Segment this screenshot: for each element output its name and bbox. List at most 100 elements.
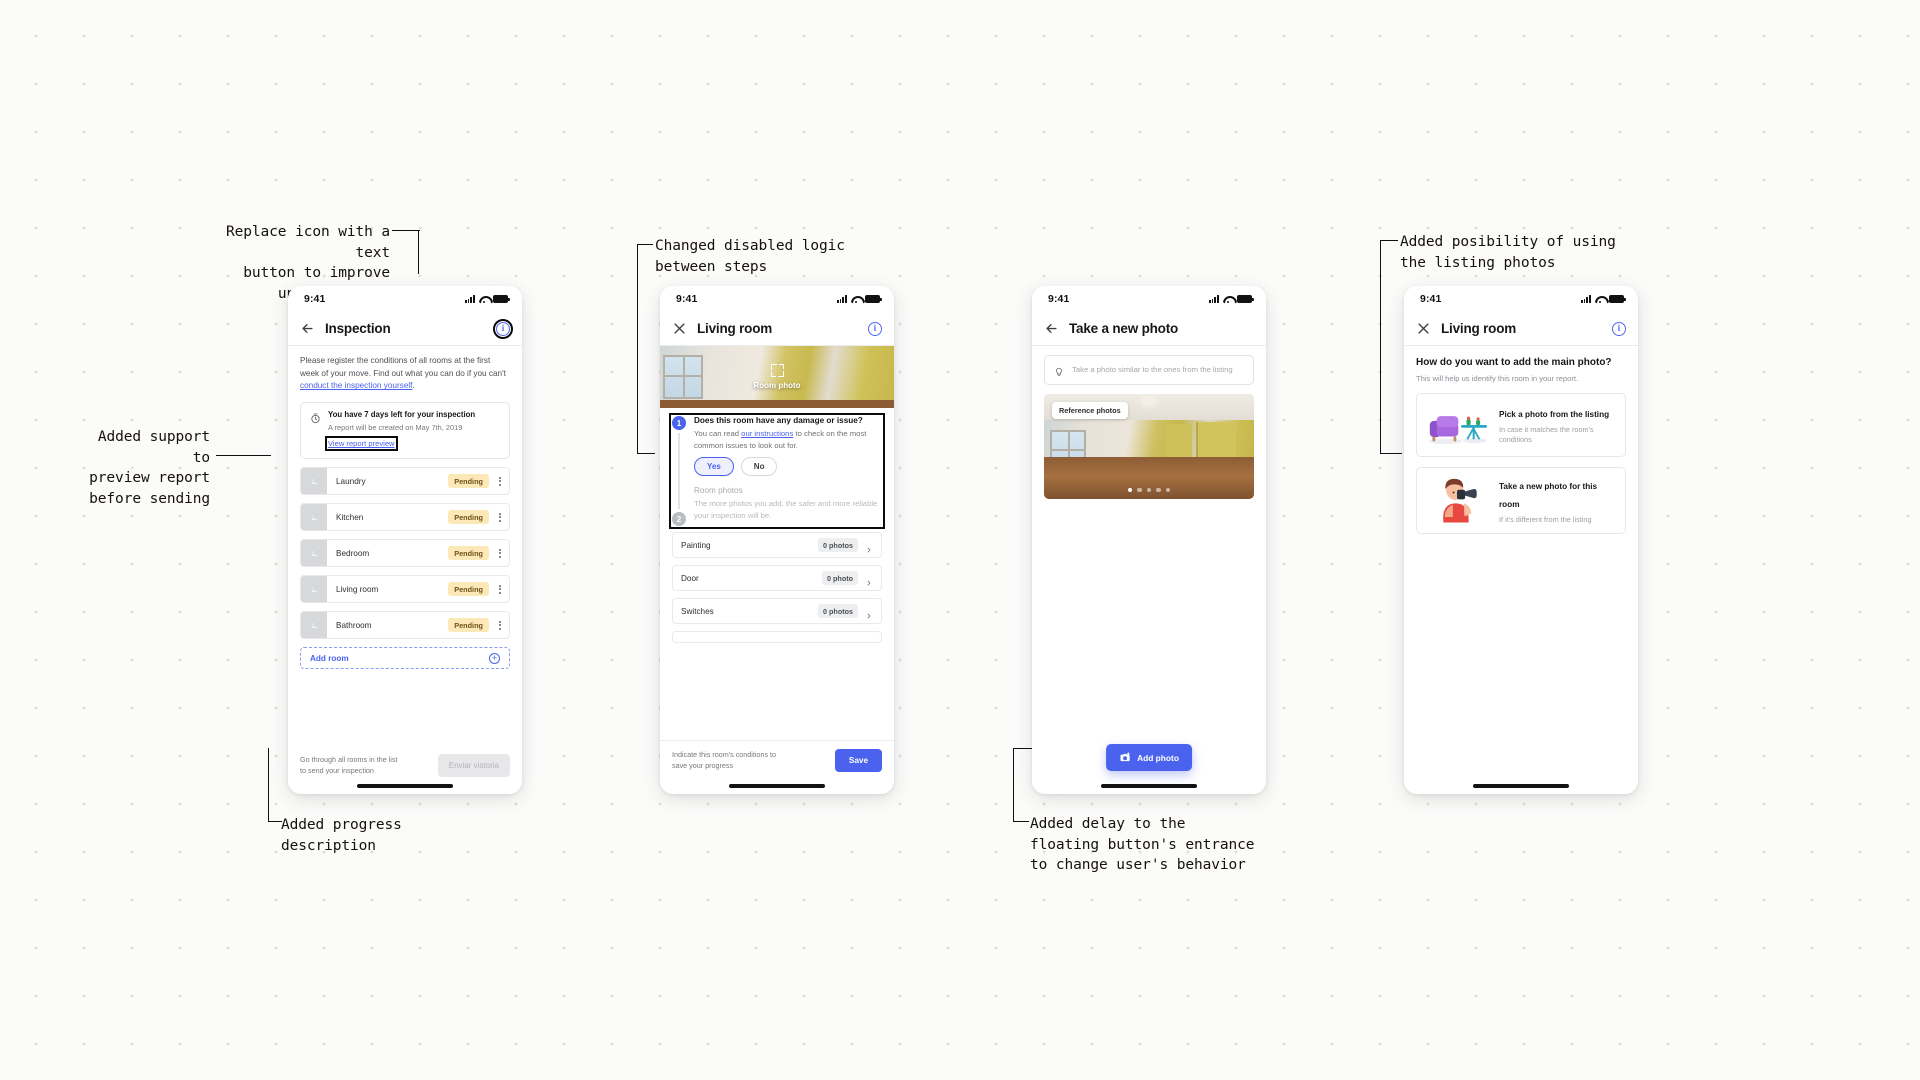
status-badge: Pending (448, 510, 489, 525)
add-photo-button[interactable]: Add photo (1106, 744, 1192, 771)
carousel-dot[interactable] (1156, 487, 1161, 492)
camera-plus-icon (1119, 752, 1131, 763)
deadline-subtitle: A report will be created on May 7th, 201… (328, 423, 463, 433)
chevron-right-icon (865, 607, 873, 619)
status-icons (1208, 295, 1254, 304)
status-badge: Pending (448, 474, 489, 489)
inspection-deadline-card: You have 7 days left for your inspection… (300, 402, 510, 460)
nav-right-actions: i (1612, 321, 1626, 336)
room-name: Kitchen (336, 512, 364, 522)
list-item-partial[interactable] (672, 631, 882, 644)
save-hint: Indicate this room's conditions to save … (672, 750, 777, 770)
list-item[interactable]: Switches 0 photos (672, 598, 882, 625)
nav-bar-inspection: Inspection i (288, 312, 522, 346)
screen1-footer: Go through all rooms in the list to send… (288, 754, 522, 777)
step-number-badge: 2 (672, 512, 686, 527)
expand-icon (770, 364, 784, 377)
status-time: 9:41 (1048, 293, 1070, 305)
list-item[interactable]: Painting 0 photos (672, 532, 882, 559)
info-circle-icon[interactable]: i (492, 318, 514, 339)
chevron-right-icon (865, 541, 873, 553)
more-options-icon[interactable] (493, 584, 507, 594)
carousel-dots[interactable] (1128, 487, 1170, 492)
carousel-dot[interactable] (1137, 487, 1142, 492)
arrow-left-icon[interactable] (300, 321, 315, 336)
answer-yes-button[interactable]: Yes (694, 457, 734, 477)
add-room-button[interactable]: Add room + (300, 647, 510, 670)
home-indicator (1473, 784, 1569, 788)
deadline-title: You have 7 days left for your inspection (328, 410, 476, 420)
more-options-icon[interactable] (493, 476, 507, 486)
add-photo-label: Add photo (1137, 752, 1179, 763)
carousel-dot[interactable] (1146, 487, 1152, 492)
status-badge: Pending (448, 582, 489, 597)
our-instructions-link[interactable]: our instructions (741, 429, 793, 438)
option-take-title: Take a new photo for this room (1499, 481, 1598, 509)
page-title: Living room (1441, 321, 1517, 336)
photo-count-badge: 0 photos (818, 604, 858, 619)
nav-bar-take-photo: Take a new photo (1032, 312, 1266, 346)
info-circle-icon[interactable]: i (1612, 321, 1626, 336)
carousel-dot[interactable] (1165, 487, 1170, 492)
info-circle-icon[interactable]: i (868, 321, 882, 336)
wifi-icon (1595, 295, 1605, 304)
table-row[interactable]: Bathroom Pending (300, 611, 510, 640)
step-2-title: Room photos (694, 486, 743, 496)
reference-photos-chip: Reference photos (1052, 402, 1128, 419)
room-thumbnail-icon (301, 540, 327, 567)
table-row[interactable]: Living room Pending (300, 575, 510, 604)
reference-photo-carousel[interactable]: Reference photos (1044, 394, 1254, 499)
room-name: Bathroom (336, 620, 372, 630)
nav-right-actions: i (868, 321, 882, 336)
signal-icon (1208, 295, 1219, 303)
nav-bar-living-room: Living room i (660, 312, 894, 346)
room-thumbnail-icon (301, 468, 327, 495)
photo-tip-text: Take a photo similar to the ones from th… (1072, 365, 1233, 374)
page-title: Take a new photo (1069, 321, 1179, 336)
save-button[interactable]: Save (834, 749, 882, 772)
step-number-badge: 1 (672, 416, 686, 430)
table-row[interactable]: Bedroom Pending (300, 539, 510, 568)
send-inspection-button[interactable]: Enviar vistoria (437, 754, 510, 777)
timer-icon (310, 411, 321, 424)
inspection-yourself-link[interactable]: conduct the inspection yourself (300, 381, 412, 390)
battery-icon (865, 295, 882, 303)
annotation-disabled-logic: Changed disabled logic between steps (655, 238, 845, 275)
annotation-leader-4e (637, 453, 655, 454)
option-pick-desc: In case it matches the room's conditions (1499, 424, 1594, 444)
damage-answer-options: Yes No (694, 457, 882, 477)
battery-icon (493, 295, 510, 303)
annotation-leader-3v (268, 748, 269, 822)
option-take-text: Take a new photo for this room If it's d… (1499, 476, 1615, 525)
page-title: Living room (697, 321, 773, 336)
step-2-desc: The more photos you add, the safer and m… (694, 499, 878, 520)
carousel-dot[interactable] (1128, 487, 1133, 492)
annotation-leader-4h (637, 244, 653, 245)
list-item[interactable]: Door 0 photo (672, 565, 882, 592)
woman-camera-illustration (1423, 477, 1491, 523)
table-row[interactable]: Laundry Pending (300, 467, 510, 496)
step-1-desc-before: You can read (694, 429, 742, 438)
annotation-leader-3h (268, 821, 282, 822)
armchair-table-illustration (1423, 402, 1491, 448)
more-options-icon[interactable] (493, 620, 507, 630)
steps-container: 1 2 Does this room have any damage or is… (660, 408, 894, 530)
more-options-icon[interactable] (493, 512, 507, 522)
table-row[interactable]: Kitchen Pending (300, 503, 510, 532)
arrow-left-icon[interactable] (1044, 321, 1059, 336)
home-indicator (729, 784, 825, 788)
view-report-preview-link[interactable]: View report preview (324, 435, 399, 452)
option-take-new-photo[interactable]: Take a new photo for this room If it's d… (1416, 466, 1626, 534)
more-options-icon[interactable] (493, 548, 507, 558)
room-name: Bedroom (336, 548, 370, 558)
status-bar: 9:41 (660, 286, 894, 312)
status-time: 9:41 (676, 293, 698, 305)
room-photo-hero[interactable]: Room photo (660, 346, 894, 408)
room-thumbnail-icon (301, 576, 327, 603)
close-icon[interactable] (1416, 321, 1431, 336)
answer-no-button[interactable]: No (740, 457, 778, 477)
option-take-desc: If it's different from the listing (1499, 514, 1592, 524)
option-pick-from-listing[interactable]: Pick a photo from the listing In case it… (1416, 392, 1626, 457)
annotation-fab-delay: Added delay to the floating button's ent… (1030, 816, 1255, 874)
close-icon[interactable] (672, 321, 687, 336)
